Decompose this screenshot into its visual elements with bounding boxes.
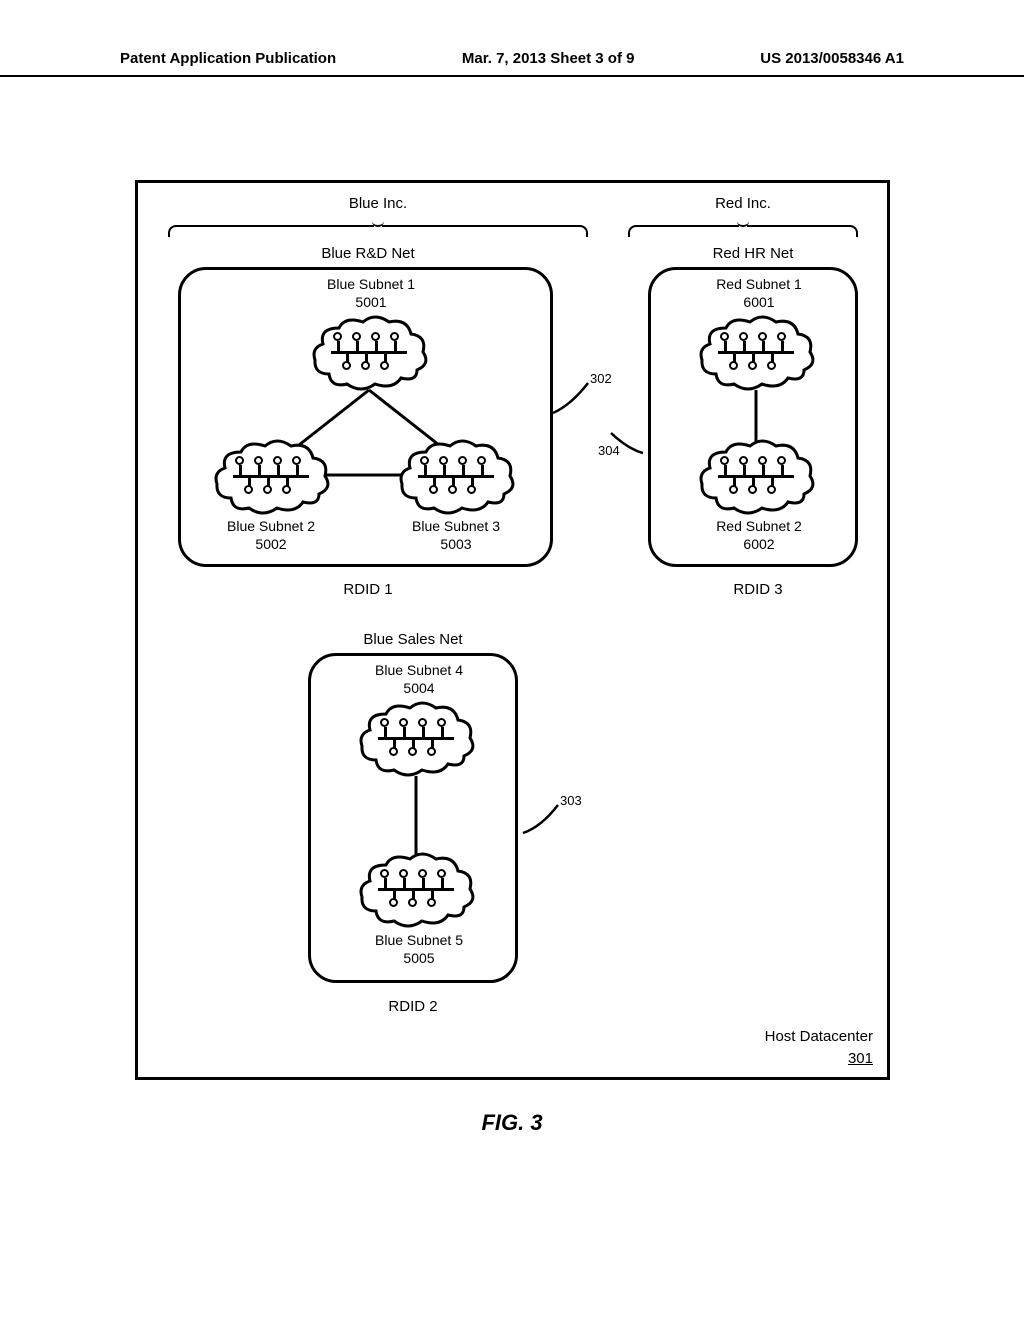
red-hr-title: Red HR Net [683,245,823,264]
blue-subnet2-cloud [211,438,331,516]
blue-subnet3-id: 5003 [440,536,471,552]
header-right: US 2013/0058346 A1 [760,50,904,67]
network-nodes-icon [233,462,309,492]
red-hr-box: Red Subnet 1 6001 Red Subnet 2 [648,267,858,567]
blue-subnet2-label: Blue Subnet 2 5002 [211,518,331,553]
red-inc-brace [628,217,858,235]
blue-subnet1-cloud [309,314,429,392]
network-nodes-icon [418,462,494,492]
blue-subnet1-name: Blue Subnet 1 [327,276,415,292]
blue-inc-brace [168,217,588,235]
red-subnet2-id: 6002 [743,536,774,552]
blue-subnet4-id: 5004 [403,680,434,696]
red-subnet2-cloud [696,438,816,516]
blue-subnet5-cloud [356,851,476,929]
network-nodes-icon [718,462,794,492]
blue-subnet3-label: Blue Subnet 3 5003 [391,518,521,553]
blue-subnet3-cloud [396,438,516,516]
blue-subnet4-cloud [356,700,476,778]
blue-inc-label: Blue Inc. [318,195,438,214]
network-nodes-icon [378,724,454,754]
ref-303: 303 [560,793,582,809]
figure-3: Blue Inc. Red Inc. Blue R&D Net Blue Sub… [135,180,890,1080]
blue-subnet2-id: 5002 [255,536,286,552]
red-inc-label: Red Inc. [683,195,803,214]
blue-subnet5-label: Blue Subnet 5 5005 [359,932,479,967]
blue-subnet1-id: 5001 [355,294,386,310]
blue-sales-box: Blue Subnet 4 5004 Blue Subnet [308,653,518,983]
blue-subnet3-name: Blue Subnet 3 [412,518,500,534]
host-datacenter-label: Host Datacenter [765,1028,873,1045]
red-subnet2-label: Red Subnet 2 6002 [699,518,819,553]
ref-302: 302 [590,371,612,387]
page-header: Patent Application Publication Mar. 7, 2… [0,50,1024,77]
network-nodes-icon [718,338,794,368]
blue-sales-title: Blue Sales Net [333,631,493,650]
blue-subnet4-name: Blue Subnet 4 [375,662,463,678]
host-datacenter-box: Blue Inc. Red Inc. Blue R&D Net Blue Sub… [135,180,890,1080]
rdid2-label: RDID 2 [363,998,463,1017]
header-center: Mar. 7, 2013 Sheet 3 of 9 [462,50,635,67]
blue-subnet1-label: Blue Subnet 1 5001 [311,276,431,311]
blue-rnd-box: Blue Subnet 1 5001 [178,267,553,567]
host-datacenter-num: 301 [848,1050,873,1067]
red-subnet1-name: Red Subnet 1 [716,276,802,292]
network-nodes-icon [378,875,454,905]
figure-caption: FIG. 3 [0,1110,1024,1136]
header-left: Patent Application Publication [120,50,336,67]
blue-subnet5-name: Blue Subnet 5 [375,932,463,948]
red-subnet2-name: Red Subnet 2 [716,518,802,534]
blue-rnd-title: Blue R&D Net [288,245,448,264]
blue-subnet4-label: Blue Subnet 4 5004 [359,662,479,697]
ref-304: 304 [598,443,620,459]
red-subnet1-label: Red Subnet 1 6001 [699,276,819,311]
rdid1-label: RDID 1 [318,581,418,600]
blue-subnet5-id: 5005 [403,950,434,966]
blue-subnet2-name: Blue Subnet 2 [227,518,315,534]
network-nodes-icon [331,338,407,368]
red-subnet1-id: 6001 [743,294,774,310]
rdid3-label: RDID 3 [708,581,808,600]
red-subnet1-cloud [696,314,816,392]
